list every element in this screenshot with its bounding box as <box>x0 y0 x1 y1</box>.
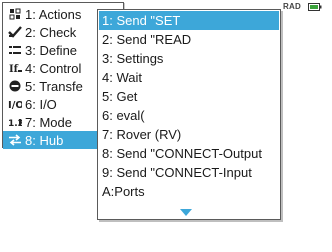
hub-icon <box>7 133 23 147</box>
menu-item-label: 1: Actions <box>25 6 82 22</box>
svg-text:I/O: I/O <box>8 100 22 110</box>
submenu-item-send-set[interactable]: 1: Send "SET <box>99 11 279 30</box>
control-icon: If <box>7 61 23 75</box>
battery-charging-icon <box>308 3 322 11</box>
define-icon <box>7 43 23 57</box>
hub-submenu: 1: Send "SET 2: Send "READ 3: Settings 4… <box>97 9 281 220</box>
submenu-item-rover[interactable]: 7: Rover (RV) <box>99 125 279 144</box>
mode-icon: 1.2 <box>7 115 23 129</box>
io-icon: I/O <box>7 97 23 111</box>
svg-text:If: If <box>9 64 19 74</box>
menu-item-label: 2: Check <box>25 24 77 40</box>
submenu-item-wait[interactable]: 4: Wait <box>99 68 279 87</box>
menu-item-label: 6: I/O <box>25 96 57 112</box>
submenu-item-get[interactable]: 5: Get <box>99 87 279 106</box>
check-icon <box>7 25 23 39</box>
submenu-item-settings[interactable]: 3: Settings <box>99 49 279 68</box>
submenu-item-ports[interactable]: A:Ports <box>99 182 279 201</box>
submenu-item-connect-output[interactable]: 8: Send "CONNECT-Output <box>99 144 279 163</box>
actions-icon <box>7 7 23 21</box>
menu-item-label: 3: Define <box>25 42 78 58</box>
angle-mode-indicator: RAD <box>283 2 301 11</box>
submenu-item-connect-input[interactable]: 9: Send "CONNECT-Input <box>99 163 279 182</box>
submenu-item-send-read[interactable]: 2: Send "READ <box>99 30 279 49</box>
scroll-down-icon[interactable] <box>180 209 192 216</box>
submenu-item-eval[interactable]: 6: eval( <box>99 106 279 125</box>
transfer-icon <box>7 79 23 93</box>
menu-item-label: 5: Transfe <box>25 78 83 94</box>
menu-item-label: 7: Mode <box>25 114 72 130</box>
menu-item-label: 8: Hub <box>25 132 64 148</box>
menu-item-label: 4: Control <box>25 60 82 76</box>
